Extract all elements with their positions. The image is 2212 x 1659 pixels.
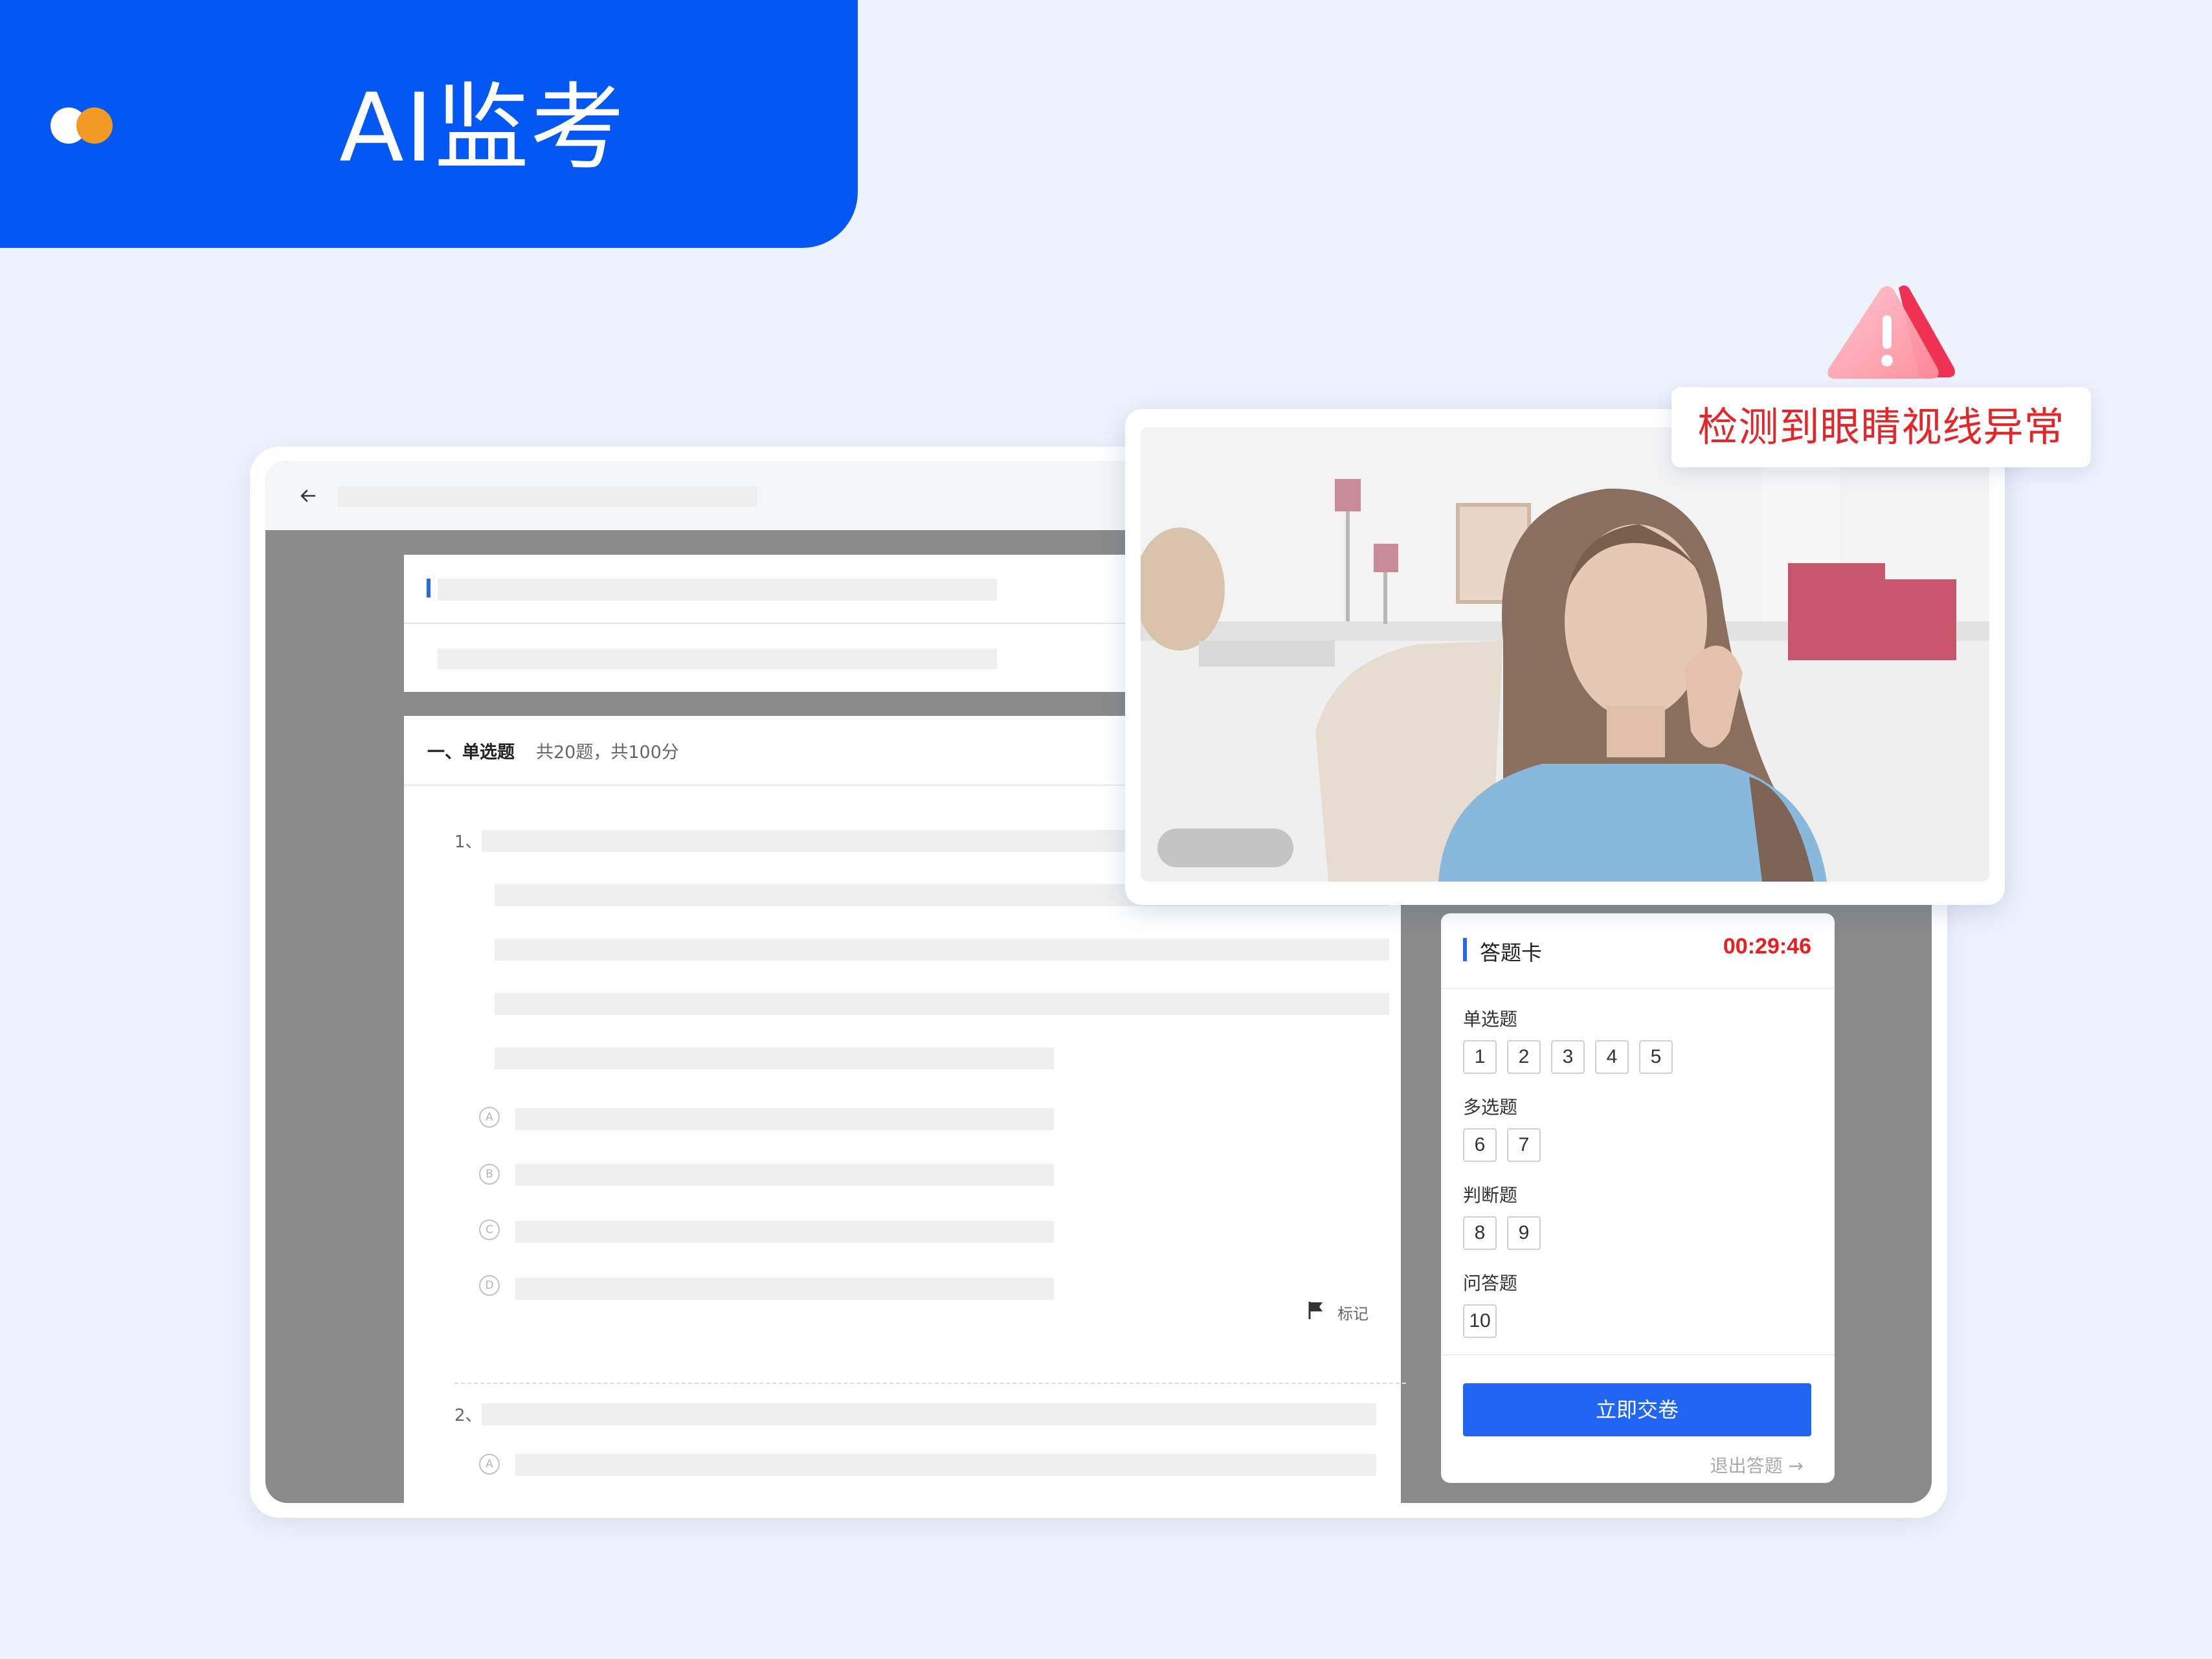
option-a-radio[interactable]: A	[479, 1107, 500, 1128]
countdown-timer: 00:29:46	[1723, 934, 1811, 959]
flag-icon	[1308, 1302, 1323, 1319]
section-meta: 共20题，共100分	[536, 742, 679, 763]
accent-bar	[427, 579, 430, 597]
question-chip[interactable]: 3	[1551, 1040, 1585, 1074]
logo-dot-orange	[76, 107, 113, 144]
option-a-placeholder	[515, 1454, 1376, 1476]
question-chip[interactable]: 4	[1595, 1040, 1629, 1074]
info-placeholder-line	[438, 579, 997, 601]
answer-card-title: 答题卡	[1480, 941, 1543, 965]
divider	[1441, 1354, 1835, 1355]
group-label-multi: 多选题	[1463, 1097, 1518, 1118]
option-b-placeholder	[515, 1164, 1054, 1186]
hero-title: AI监考	[339, 73, 626, 183]
option-a-placeholder	[515, 1108, 1054, 1130]
mark-label: 标记	[1337, 1305, 1369, 1323]
section-title: 一、单选题	[427, 742, 515, 763]
option-d-placeholder	[515, 1278, 1054, 1300]
hero-banner: AI监考	[0, 0, 858, 248]
question-text-placeholder	[482, 1403, 1376, 1425]
back-arrow-icon[interactable]	[295, 483, 321, 509]
question-text-placeholder	[495, 993, 1389, 1015]
question-chip[interactable]: 8	[1463, 1216, 1497, 1250]
exam-title-placeholder	[338, 486, 757, 507]
logo-dots	[50, 107, 115, 144]
question-chip[interactable]: 10	[1463, 1304, 1497, 1338]
warning-triangle-icon	[1827, 285, 1955, 379]
question-chip[interactable]: 5	[1639, 1040, 1673, 1074]
webcam-feed	[1141, 427, 1989, 882]
question-chip[interactable]: 2	[1507, 1040, 1541, 1074]
question-chip[interactable]: 6	[1463, 1128, 1497, 1162]
info-placeholder-line	[438, 649, 997, 669]
question-divider	[454, 1383, 1406, 1384]
question-chip[interactable]: 7	[1507, 1128, 1541, 1162]
question-number: 2、	[454, 1406, 482, 1425]
exit-link[interactable]: 退出答题 →	[1710, 1452, 1804, 1478]
question-text-placeholder	[495, 939, 1389, 961]
submit-button[interactable]: 立即交卷	[1463, 1383, 1811, 1436]
group-label-single: 单选题	[1463, 1008, 1518, 1030]
answer-card: 答题卡 00:29:46 单选题 1 2 3 4 5 多选题 6 7 判断题 8…	[1441, 913, 1835, 1483]
gaze-alert-text: 检测到眼睛视线异常	[1697, 403, 2065, 451]
accent-bar	[1463, 938, 1467, 961]
option-d-radio[interactable]: D	[479, 1275, 500, 1296]
divider	[1441, 988, 1835, 989]
webcam-window	[1125, 409, 2005, 905]
question-chip[interactable]: 1	[1463, 1040, 1497, 1074]
option-b-radio[interactable]: B	[479, 1164, 500, 1185]
question-chip[interactable]: 9	[1507, 1216, 1541, 1250]
webcam-image	[1141, 427, 1989, 882]
question-number: 1、	[454, 832, 482, 852]
option-c-radio[interactable]: C	[479, 1219, 500, 1240]
gaze-alert: 检测到眼睛视线异常	[1671, 387, 2091, 467]
camera-status-pill	[1157, 829, 1293, 867]
group-label-essay: 问答题	[1463, 1273, 1518, 1294]
question-text-placeholder	[495, 1047, 1054, 1069]
group-label-judge: 判断题	[1463, 1185, 1518, 1206]
option-c-placeholder	[515, 1221, 1054, 1243]
option-a-radio[interactable]: A	[479, 1454, 500, 1475]
